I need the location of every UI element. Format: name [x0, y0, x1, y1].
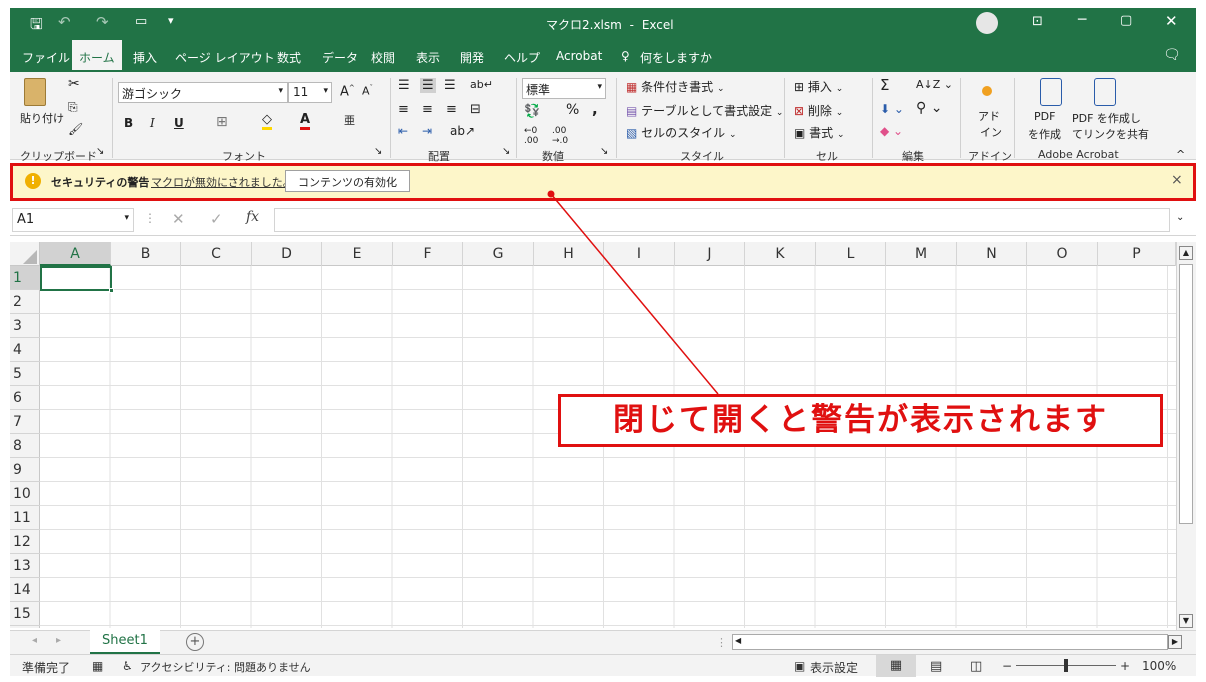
annotation-line: [550, 193, 719, 395]
annotation-dot: [547, 190, 555, 198]
annotation-callout: 閉じて開くと警告が表示されます: [558, 394, 1163, 447]
annotation-pointer: [547, 190, 719, 395]
